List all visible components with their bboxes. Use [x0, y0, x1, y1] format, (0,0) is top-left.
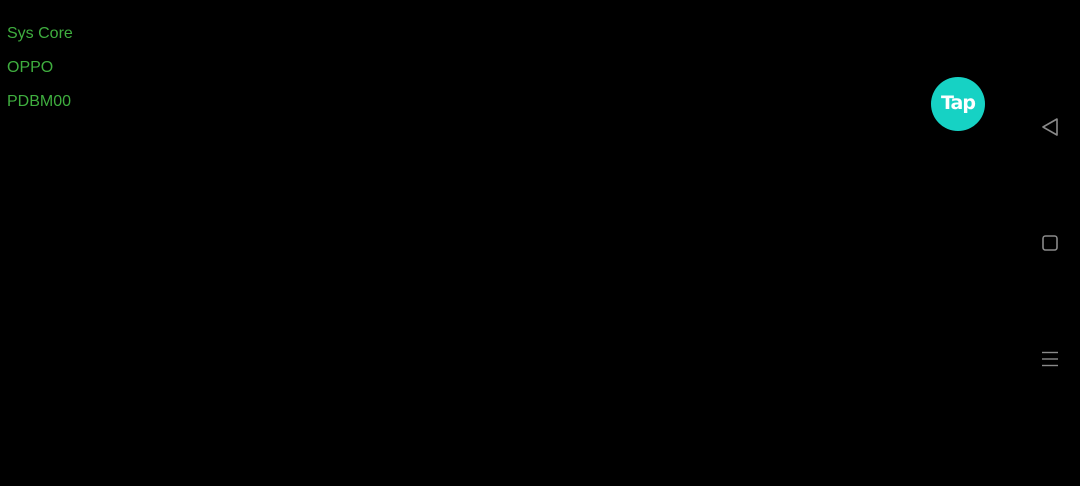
- back-button[interactable]: [1030, 107, 1070, 147]
- app-screen: Sys Core OPPO PDBM00 Tap: [0, 0, 1080, 486]
- system-name-label: Sys Core: [7, 25, 73, 42]
- taptap-logo-icon: Tap: [941, 92, 976, 114]
- menu-lines-icon: [1042, 351, 1058, 367]
- back-triangle-icon: [1042, 118, 1058, 136]
- taptap-floating-button[interactable]: Tap: [931, 77, 985, 131]
- home-button[interactable]: [1030, 223, 1070, 263]
- recent-apps-button[interactable]: [1030, 339, 1070, 379]
- model-label: PDBM00: [7, 93, 72, 110]
- home-square-icon: [1042, 235, 1058, 251]
- navigation-bar: [1020, 0, 1080, 486]
- device-info-list: Sys Core OPPO PDBM00: [7, 17, 73, 119]
- brand-label: OPPO: [7, 59, 54, 76]
